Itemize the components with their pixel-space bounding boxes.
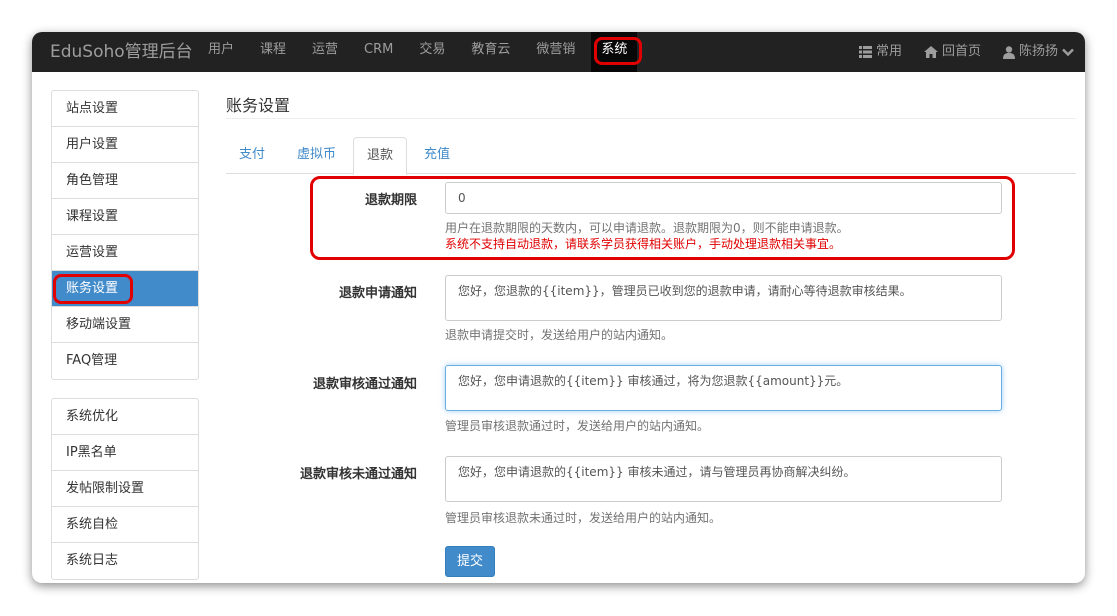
sidebar-group-settings: 站点设置 用户设置 角色管理 课程设置 运营设置 账务设置 移动端设置 FAQ管…: [51, 90, 199, 380]
user-name: 陈扬扬: [1018, 44, 1058, 59]
title-divider: [226, 118, 1076, 119]
sidebar-item-role-management[interactable]: 角色管理: [52, 163, 198, 199]
sidebar-active-highlight: [53, 274, 133, 304]
settings-tabs: 支付 虚拟币 退款 充值: [226, 137, 1076, 175]
rejected-notice-help: 管理员审核退款未通过时，发送给用户的站内通知。: [445, 511, 722, 525]
app-window: EduSoho管理后台 用户 课程 运营 CRM 交易 教育云 微营销 系统 常…: [32, 32, 1085, 583]
page-title: 账务设置: [226, 96, 291, 115]
sidebar-item-system-check[interactable]: 系统自检: [52, 507, 198, 543]
tab-refund[interactable]: 退款: [353, 137, 408, 175]
approved-notice-help: 管理员审核退款通过时，发送给用户的站内通知。: [445, 419, 710, 433]
sidebar-item-user-settings[interactable]: 用户设置: [52, 127, 198, 163]
nav-users[interactable]: 用户: [198, 32, 244, 72]
approved-notice-label: 退款审核通过通知: [312, 377, 417, 392]
common-menu[interactable]: 常用: [848, 32, 913, 72]
tab-virtual-coin[interactable]: 虚拟币: [284, 137, 349, 174]
refund-days-highlight: [310, 176, 1015, 260]
sidebar-item-operation-settings[interactable]: 运营设置: [52, 235, 198, 271]
nav-edu-cloud[interactable]: 教育云: [461, 32, 520, 72]
nav-wechat-marketing[interactable]: 微营销: [526, 32, 585, 72]
sidebar-item-mobile-settings[interactable]: 移动端设置: [52, 307, 198, 343]
tab-payment[interactable]: 支付: [226, 137, 278, 174]
sidebar-item-finance-settings[interactable]: 账务设置: [52, 271, 198, 307]
chevron-down-icon: [1062, 48, 1074, 56]
brand-logo[interactable]: EduSoho管理后台: [50, 32, 193, 72]
submit-button[interactable]: 提交: [445, 546, 495, 577]
common-label: 常用: [875, 44, 902, 59]
sidebar-item-system-log[interactable]: 系统日志: [52, 543, 198, 579]
sidebar-item-site-settings[interactable]: 站点设置: [52, 91, 198, 127]
nav-right: 常用 回首页 陈扬扬: [848, 32, 1085, 72]
sidebar-item-faq-management[interactable]: FAQ管理: [52, 343, 198, 379]
user-menu[interactable]: 陈扬扬: [992, 32, 1085, 72]
home-link[interactable]: 回首页: [913, 32, 992, 72]
rejected-notice-label: 退款审核未通过通知: [299, 467, 417, 482]
apply-notice-textarea[interactable]: 您好，您退款的{{item}}，管理员已收到您的退款申请，请耐心等待退款审核结果…: [445, 275, 1002, 321]
apply-notice-label: 退款申请通知: [338, 286, 417, 301]
main-nav: 用户 课程 运营 CRM 交易 教育云 微营销 系统: [198, 32, 643, 72]
user-icon: [1002, 45, 1015, 59]
sidebar-item-course-settings[interactable]: 课程设置: [52, 199, 198, 235]
nav-crm[interactable]: CRM: [354, 32, 403, 72]
apply-notice-help: 退款申请提交时，发送给用户的站内通知。: [445, 328, 674, 342]
list-icon: [858, 46, 872, 58]
sidebar-group-system: 系统优化 IP黑名单 发帖限制设置 系统自检 系统日志: [51, 398, 199, 580]
nav-system-highlight: [594, 37, 643, 65]
rejected-notice-textarea[interactable]: 您好，您申请退款的{{item}} 审核未通过，请与管理员再协商解决纠纷。: [445, 456, 1002, 502]
nav-system[interactable]: 系统: [591, 32, 643, 72]
sidebar-item-post-limit[interactable]: 发帖限制设置: [52, 471, 198, 507]
sidebar-item-system-optimize[interactable]: 系统优化: [52, 399, 198, 435]
home-icon: [923, 46, 938, 58]
top-navbar: EduSoho管理后台 用户 课程 运营 CRM 交易 教育云 微营销 系统 常…: [32, 32, 1085, 72]
home-label: 回首页: [941, 44, 981, 59]
tab-recharge[interactable]: 充值: [411, 137, 463, 174]
nav-courses[interactable]: 课程: [250, 32, 296, 72]
nav-operations[interactable]: 运营: [302, 32, 348, 72]
approved-notice-textarea[interactable]: 您好，您申请退款的{{item}} 审核通过，将为您退款{{amount}}元。: [445, 365, 1002, 411]
sidebar-item-ip-blacklist[interactable]: IP黑名单: [52, 435, 198, 471]
nav-trade[interactable]: 交易: [409, 32, 455, 72]
